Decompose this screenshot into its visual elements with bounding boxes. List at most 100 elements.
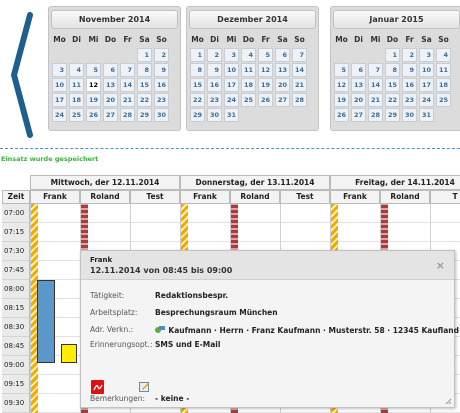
day-cell[interactable]: 4 (241, 48, 256, 62)
day-cell[interactable]: 27 (103, 108, 118, 122)
day-cell[interactable]: 25 (436, 93, 451, 107)
day-cell[interactable]: 16 (207, 78, 222, 92)
day-cell[interactable]: 30 (207, 108, 222, 122)
address-link[interactable]: Kaufmann · Herrn · Franz Kaufmann · Must… (168, 326, 459, 335)
day-cell[interactable]: 22 (385, 93, 400, 107)
day-cell[interactable]: 28 (292, 93, 307, 107)
day-cell[interactable]: 31 (419, 108, 434, 122)
day-cell[interactable]: 15 (190, 78, 205, 92)
day-cell[interactable]: 9 (207, 63, 222, 77)
day-cell[interactable]: 31 (224, 108, 239, 122)
day-cell[interactable]: 3 (224, 48, 239, 62)
day-cell[interactable]: 16 (154, 78, 169, 92)
resize-grip-icon[interactable] (444, 397, 452, 405)
previous-month-arrow-icon[interactable] (8, 12, 34, 138)
day-cell[interactable]: 10 (52, 78, 67, 92)
day-cell[interactable]: 2 (402, 48, 417, 62)
day-cell[interactable]: 11 (436, 63, 451, 77)
day-cell[interactable]: 1 (137, 48, 152, 62)
day-cell[interactable]: 15 (385, 78, 400, 92)
event-block[interactable] (37, 280, 55, 363)
day-cell[interactable]: 5 (334, 63, 349, 77)
day-cell[interactable]: 29 (190, 108, 205, 122)
day-cell[interactable]: 6 (351, 63, 366, 77)
day-cell[interactable]: 30 (154, 108, 169, 122)
day-cell[interactable]: 18 (69, 93, 84, 107)
day-cell[interactable]: 9 (154, 63, 169, 77)
day-cell[interactable]: 27 (351, 108, 366, 122)
day-cell[interactable]: 24 (52, 108, 67, 122)
day-cell[interactable]: 1 (190, 48, 205, 62)
day-cell[interactable]: 22 (137, 93, 152, 107)
day-cell[interactable]: 2 (207, 48, 222, 62)
day-cell[interactable]: 8 (137, 63, 152, 77)
day-cell[interactable]: 14 (120, 78, 135, 92)
day-cell[interactable]: 28 (120, 108, 135, 122)
close-icon[interactable]: × (436, 259, 445, 272)
day-cell[interactable]: 25 (241, 93, 256, 107)
day-cell[interactable]: 23 (402, 93, 417, 107)
day-cell[interactable]: 5 (258, 48, 273, 62)
day-cell[interactable]: 4 (69, 63, 84, 77)
day-cell[interactable]: 19 (86, 93, 101, 107)
day-cell[interactable]: 7 (120, 63, 135, 77)
day-cell[interactable]: 6 (275, 48, 290, 62)
day-cell[interactable]: 20 (103, 93, 118, 107)
day-cell[interactable]: 19 (334, 93, 349, 107)
day-cell[interactable]: 24 (419, 93, 434, 107)
day-cell[interactable]: 16 (402, 78, 417, 92)
day-cell[interactable]: 17 (52, 93, 67, 107)
day-cell[interactable]: 23 (207, 93, 222, 107)
day-cell[interactable]: 30 (402, 108, 417, 122)
day-cell[interactable]: 5 (86, 63, 101, 77)
day-cell[interactable]: 14 (292, 63, 307, 77)
day-cell[interactable]: 10 (224, 63, 239, 77)
day-cell[interactable]: 15 (137, 78, 152, 92)
day-cell[interactable]: 28 (368, 108, 383, 122)
day-cell[interactable]: 9 (402, 63, 417, 77)
day-cell[interactable]: 17 (224, 78, 239, 92)
day-cell[interactable]: 3 (52, 63, 67, 77)
day-cell[interactable]: 8 (385, 63, 400, 77)
day-cell[interactable]: 21 (120, 93, 135, 107)
day-cell[interactable]: 2 (154, 48, 169, 62)
day-cell[interactable]: 7 (292, 48, 307, 62)
day-cell[interactable]: 7 (368, 63, 383, 77)
day-cell[interactable]: 22 (190, 93, 205, 107)
day-cell[interactable]: 18 (241, 78, 256, 92)
day-cell[interactable]: 27 (275, 93, 290, 107)
day-cell[interactable]: 21 (292, 78, 307, 92)
day-cell[interactable]: 24 (224, 93, 239, 107)
day-cell[interactable]: 29 (137, 108, 152, 122)
day-cell[interactable]: 6 (103, 63, 118, 77)
day-cell[interactable]: 13 (275, 63, 290, 77)
day-cell[interactable]: 1 (385, 48, 400, 62)
pdf-icon[interactable] (91, 380, 104, 394)
day-cell-today[interactable]: 12 (86, 78, 101, 92)
day-cell[interactable]: 21 (368, 93, 383, 107)
day-cell[interactable]: 3 (419, 48, 434, 62)
day-cell[interactable]: 18 (436, 78, 451, 92)
day-cell[interactable]: 29 (385, 108, 400, 122)
event-block-selected[interactable] (61, 344, 77, 363)
day-cell[interactable]: 23 (154, 93, 169, 107)
day-cell[interactable]: 10 (419, 63, 434, 77)
day-cell[interactable]: 19 (258, 78, 273, 92)
day-cell[interactable]: 11 (69, 78, 84, 92)
day-cell[interactable]: 26 (258, 93, 273, 107)
day-cell[interactable]: 26 (334, 108, 349, 122)
edit-icon[interactable] (139, 381, 150, 392)
day-cell[interactable]: 20 (351, 93, 366, 107)
day-cell[interactable]: 13 (351, 78, 366, 92)
day-cell[interactable]: 12 (258, 63, 273, 77)
day-cell[interactable]: 11 (241, 63, 256, 77)
day-cell[interactable]: 25 (69, 108, 84, 122)
day-cell[interactable]: 17 (419, 78, 434, 92)
day-cell[interactable]: 13 (103, 78, 118, 92)
day-cell[interactable]: 8 (190, 63, 205, 77)
day-cell[interactable]: 14 (368, 78, 383, 92)
day-cell[interactable]: 4 (436, 48, 451, 62)
day-cell[interactable]: 12 (334, 78, 349, 92)
day-cell[interactable]: 26 (86, 108, 101, 122)
day-cell[interactable]: 20 (275, 78, 290, 92)
